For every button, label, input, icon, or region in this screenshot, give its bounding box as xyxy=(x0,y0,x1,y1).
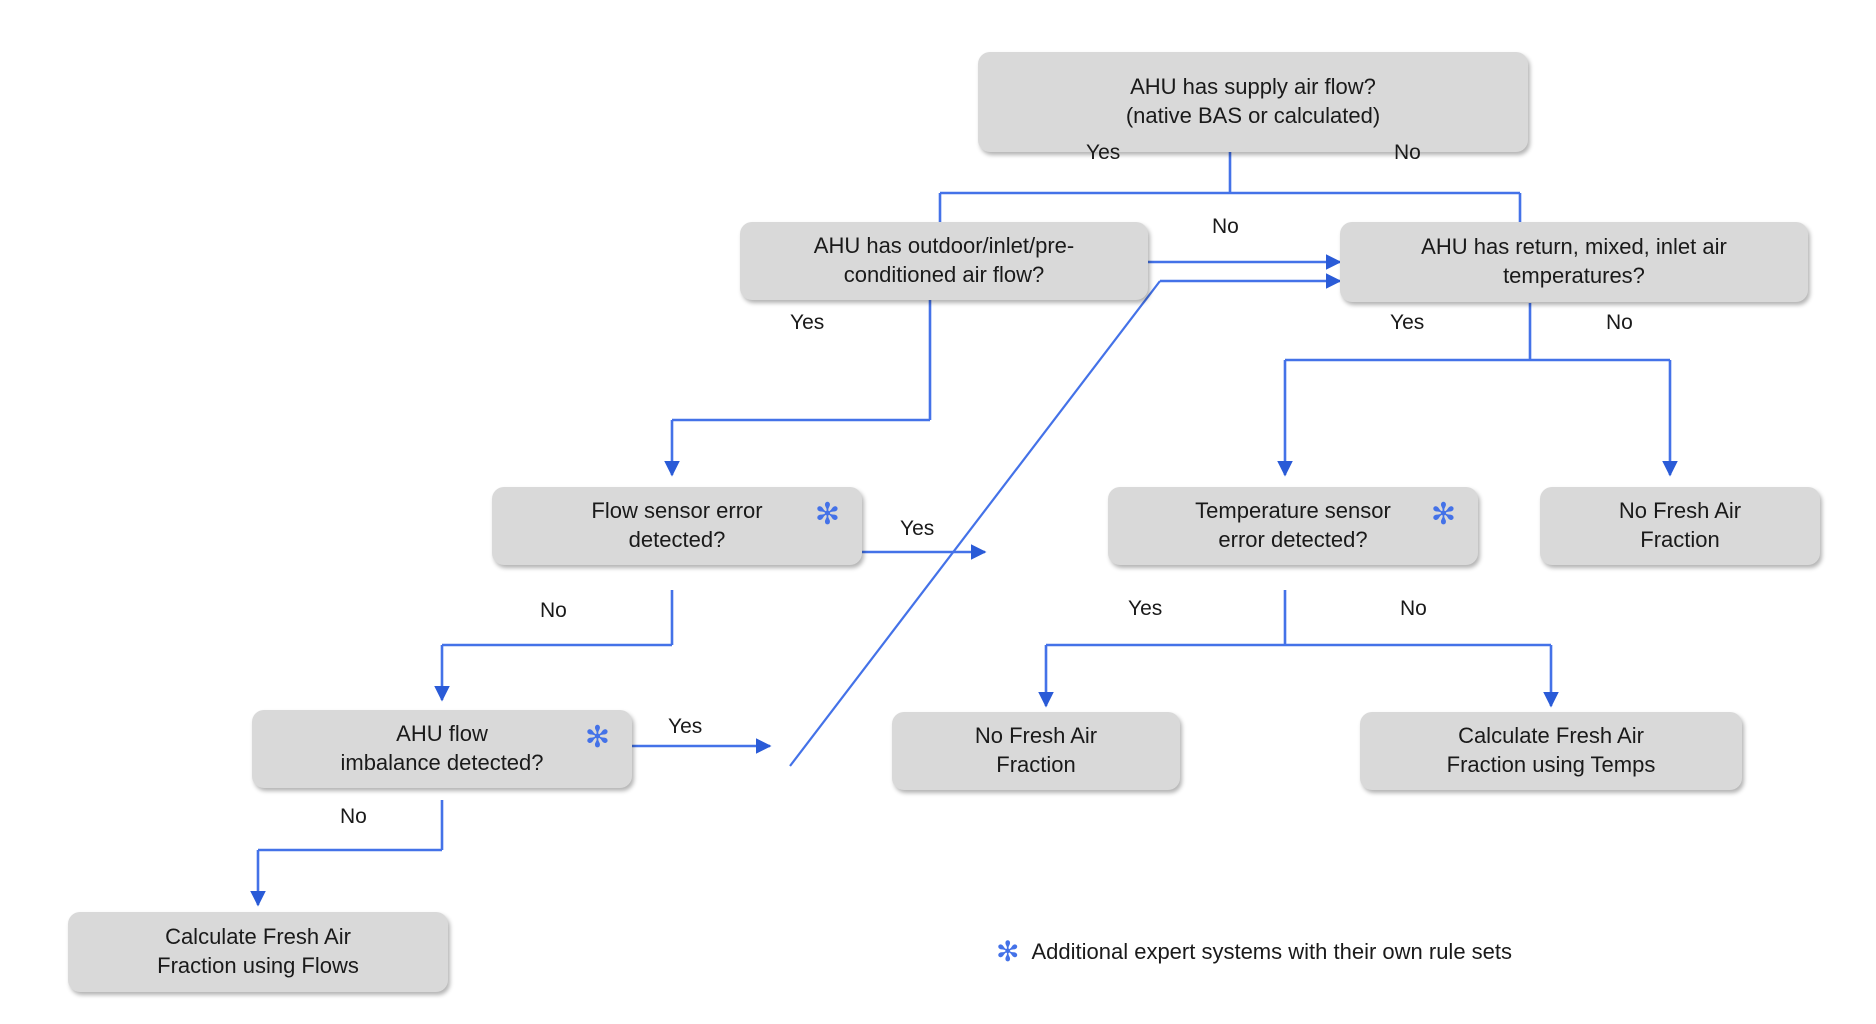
node-flow-sensor-error-label: Flow sensor error detected? xyxy=(591,498,763,552)
node-outdoor-flow[interactable]: AHU has outdoor/inlet/pre- conditioned a… xyxy=(740,222,1148,300)
node-calculate-fresh-air-temps[interactable]: Calculate Fresh Air Fraction using Temps xyxy=(1360,712,1742,790)
edge-label-temp-sensor-no: No xyxy=(1400,597,1427,620)
edge-label-outdoor-no: No xyxy=(1212,215,1239,238)
edge-label-imbalance-yes: Yes xyxy=(668,715,703,738)
node-flow-sensor-error[interactable]: Flow sensor error detected? ✻ xyxy=(492,487,862,565)
edge-label-imbalance-no: No xyxy=(340,805,367,828)
edge-label-temp-sensor-yes: Yes xyxy=(1128,597,1163,620)
node-supply-air-label: AHU has supply air flow? (native BAS or … xyxy=(1125,74,1381,128)
node-supply-air[interactable]: AHU has supply air flow? (native BAS or … xyxy=(978,52,1528,152)
flowchart-canvas: AHU has supply air flow? (native BAS or … xyxy=(0,0,1876,1024)
node-no-fresh-air-fraction-middle[interactable]: No Fresh Air Fraction xyxy=(892,712,1180,790)
asterisk-icon: ✻ xyxy=(996,936,1020,967)
node-outdoor-flow-label: AHU has outdoor/inlet/pre- conditioned a… xyxy=(813,233,1075,287)
node-return-temps-label: AHU has return, mixed, inlet air tempera… xyxy=(1421,234,1727,288)
edge-label-temps-no: No xyxy=(1606,311,1633,334)
node-calculate-fresh-air-flows-label: Calculate Fresh Air Fraction using Flows xyxy=(157,924,359,978)
asterisk-icon: ✻ xyxy=(584,721,610,754)
edge-label-supply-yes: Yes xyxy=(1086,141,1121,164)
node-flow-imbalance[interactable]: AHU flow imbalance detected? ✻ xyxy=(252,710,632,788)
node-flow-imbalance-label: AHU flow imbalance detected? xyxy=(340,721,544,775)
edge-label-temps-yes: Yes xyxy=(1390,311,1425,334)
node-no-fresh-air-fraction-right[interactable]: No Fresh Air Fraction xyxy=(1540,487,1820,565)
edge-label-flow-sensor-no: No xyxy=(540,599,567,622)
edge-label-supply-no: No xyxy=(1394,141,1421,164)
node-temp-sensor-error[interactable]: Temperature sensor error detected? ✻ xyxy=(1108,487,1478,565)
node-no-fresh-air-fraction-right-label: No Fresh Air Fraction xyxy=(1618,498,1742,552)
footnote-text: Additional expert systems with their own… xyxy=(1031,939,1513,964)
asterisk-icon: ✻ xyxy=(814,498,840,531)
node-calculate-fresh-air-temps-label: Calculate Fresh Air Fraction using Temps xyxy=(1446,723,1656,777)
node-return-temps[interactable]: AHU has return, mixed, inlet air tempera… xyxy=(1340,222,1808,302)
asterisk-icon: ✻ xyxy=(1430,498,1456,531)
node-temp-sensor-error-label: Temperature sensor error detected? xyxy=(1195,498,1391,552)
node-no-fresh-air-fraction-middle-label: No Fresh Air Fraction xyxy=(974,723,1098,777)
footnote: ✻ Additional expert systems with their o… xyxy=(996,938,1512,966)
node-calculate-fresh-air-flows[interactable]: Calculate Fresh Air Fraction using Flows xyxy=(68,912,448,992)
edge-label-flow-sensor-yes: Yes xyxy=(900,517,935,540)
edge-label-outdoor-yes: Yes xyxy=(790,311,825,334)
